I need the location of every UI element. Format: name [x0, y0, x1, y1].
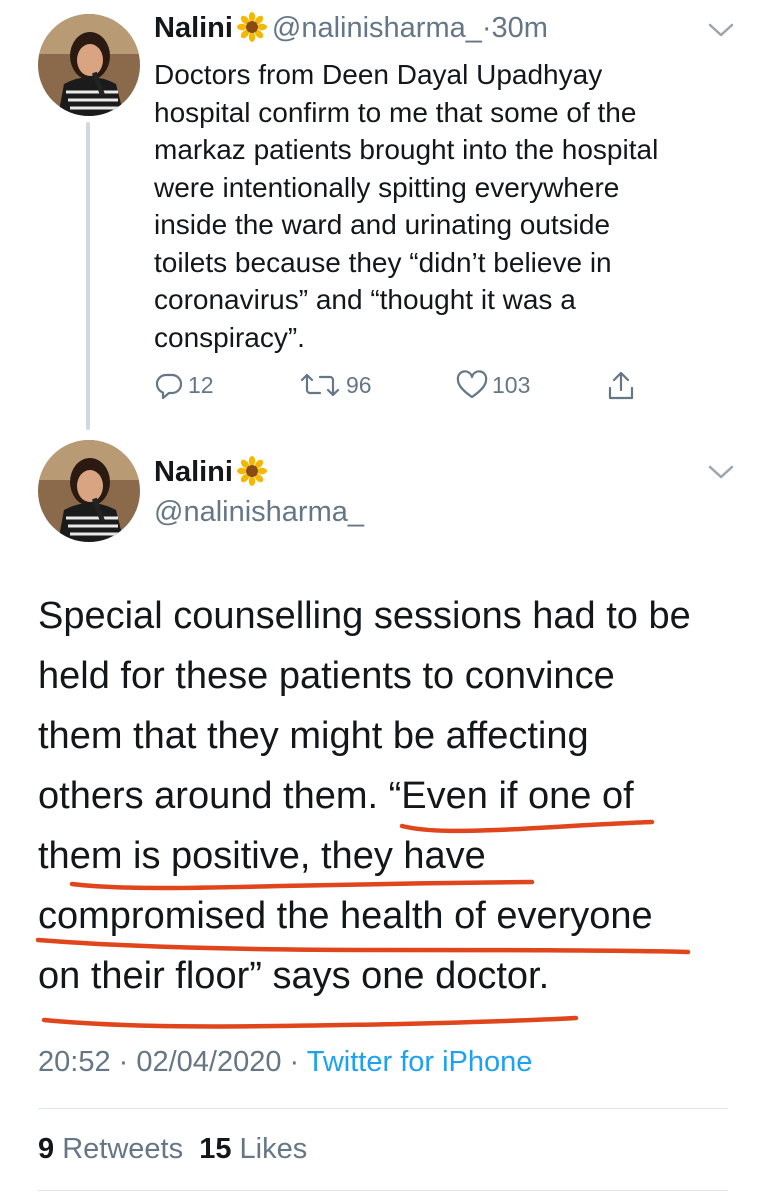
tweet1-header: Nalini @nalinisharma_·30m — [154, 12, 548, 45]
engagement-stats: 9 Retweets 15 Likes — [38, 1133, 307, 1166]
tweet2-text: Special counselling sessions had to be h… — [38, 595, 691, 997]
sunflower-icon — [237, 12, 268, 42]
tweet1-text: Doctors from Deen Dayal Upadhyay hospita… — [154, 59, 659, 353]
author-handle[interactable]: @nalinisharma_ — [272, 12, 482, 44]
tweet2-author: Nalini — [154, 456, 268, 489]
like-total: 15 — [199, 1133, 232, 1165]
avatar[interactable] — [38, 14, 140, 116]
retweet-icon — [300, 373, 340, 397]
likes-stat[interactable]: 15 Likes — [199, 1133, 307, 1165]
tweet1-actions: 12 96 103 — [154, 370, 644, 402]
author-handle[interactable]: @nalinisharma_ — [154, 496, 364, 529]
likes-label: Likes — [239, 1133, 308, 1165]
retweets-stat[interactable]: 9 Retweets — [38, 1133, 183, 1165]
reply-button[interactable]: 12 — [154, 370, 214, 400]
divider — [38, 1108, 728, 1109]
timestamp[interactable]: 20:52 · 02/04/2020 · — [38, 1046, 299, 1078]
source-link[interactable]: Twitter for iPhone — [307, 1046, 533, 1078]
heart-icon — [456, 370, 488, 399]
retweet-total: 9 — [38, 1133, 55, 1165]
chevron-down-icon[interactable] — [708, 22, 734, 38]
avatar-photo — [38, 14, 140, 116]
avatar[interactable] — [38, 440, 140, 542]
sunflower-icon — [237, 456, 268, 486]
time-ago[interactable]: 30m — [492, 12, 548, 44]
reply-icon — [155, 373, 183, 400]
thread-line — [86, 122, 90, 430]
retweet-count: 96 — [346, 371, 372, 398]
retweet-button[interactable]: 96 — [298, 370, 372, 400]
like-count: 103 — [492, 371, 531, 398]
tweet2-meta: 20:52 · 02/04/2020 · Twitter for iPhone — [38, 1046, 532, 1079]
reply-count: 12 — [188, 371, 214, 398]
like-button[interactable]: 103 — [456, 370, 530, 400]
chevron-down-icon[interactable] — [708, 464, 734, 480]
separator: · — [481, 12, 492, 44]
share-button[interactable] — [606, 370, 640, 402]
share-icon — [608, 371, 634, 400]
divider — [38, 1190, 728, 1191]
author-name[interactable]: Nalini — [154, 12, 233, 44]
avatar-photo — [38, 440, 140, 542]
retweets-label: Retweets — [62, 1133, 184, 1165]
author-name[interactable]: Nalini — [154, 456, 233, 488]
